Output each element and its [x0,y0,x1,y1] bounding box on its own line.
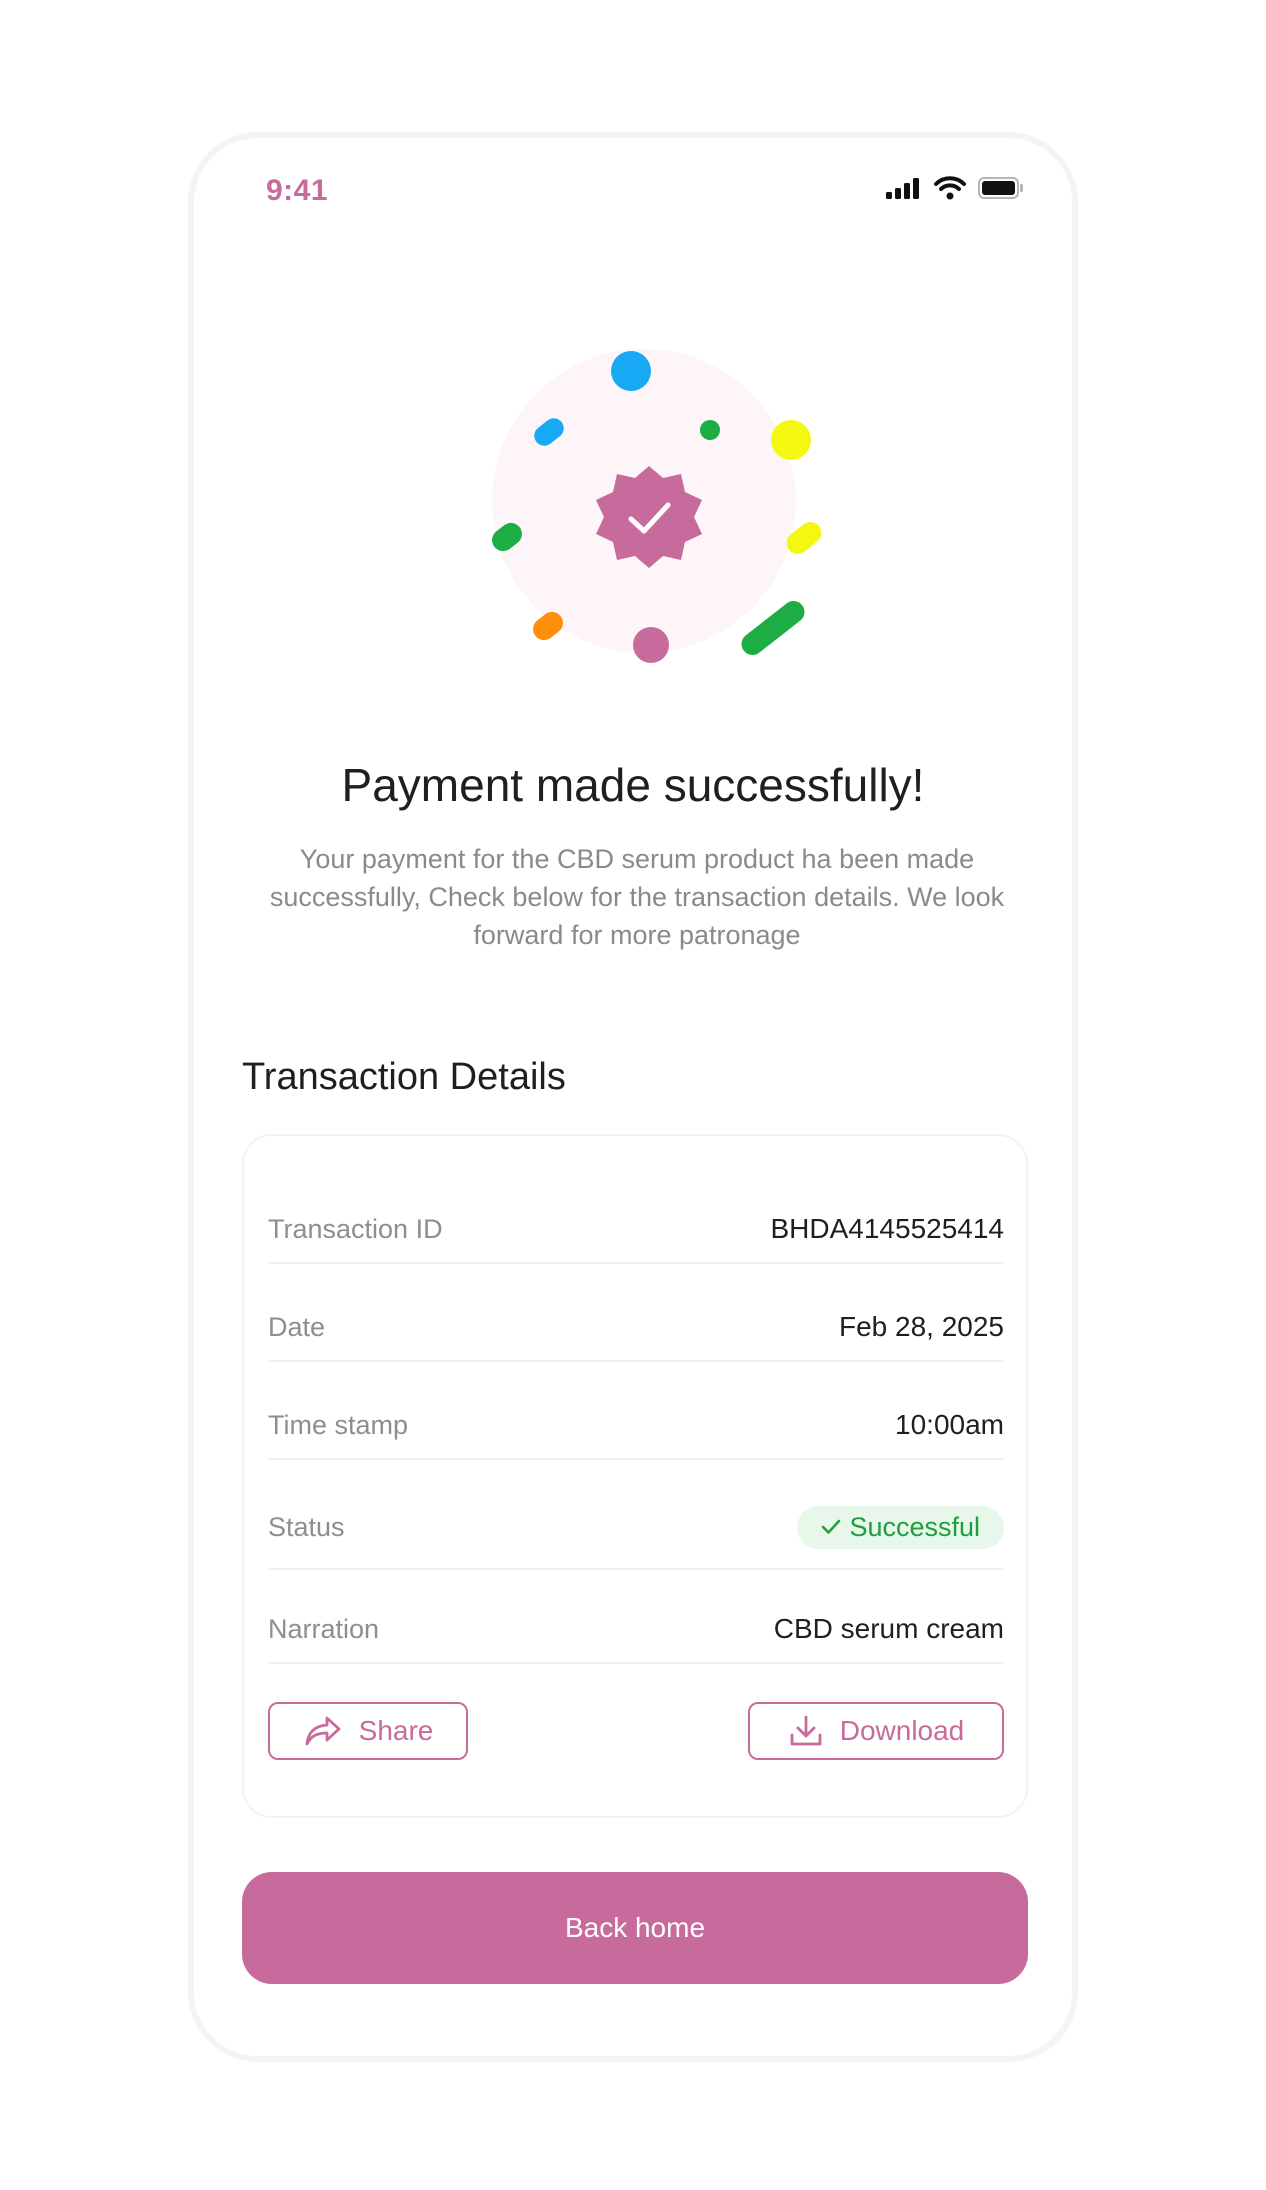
detail-label: Date [268,1311,326,1342]
transaction-details-heading: Transaction Details [242,1056,566,1098]
date-value: Feb 28, 2025 [838,1311,1004,1342]
narration-value: CBD serum cream [773,1613,1004,1644]
detail-row-status: Status Successful [268,1486,1004,1570]
status-value: Successful [849,1511,980,1542]
confetti-dot-yellow [771,420,811,460]
phone-frame: 9:41 Payment made successfully! Your pay… [188,132,1078,2062]
back-home-button[interactable]: Back home [242,1872,1028,1984]
share-button[interactable]: Share [268,1702,468,1760]
success-illustration [492,349,822,663]
share-icon [305,1716,341,1746]
transaction-details-card: Transaction ID BHDA4145525414 Date Feb 2… [242,1134,1028,1818]
confetti-dot-pink [633,627,669,663]
success-title: Payment made successfully! [341,759,925,811]
transaction-id-value: BHDA4145525414 [770,1213,1004,1244]
download-icon [790,1715,822,1746]
download-label: Download [839,1715,965,1746]
check-icon [822,1519,841,1534]
detail-row-date: Date Feb 28, 2025 [268,1294,1004,1362]
share-label: Share [358,1715,434,1746]
download-button[interactable]: Download [748,1702,1004,1760]
detail-label: Time stamp [268,1409,409,1440]
detail-row-narration: Narration CBD serum cream [268,1596,1004,1664]
time-stamp-value: 10:00am [895,1409,1004,1440]
detail-label: Transaction ID [268,1213,443,1244]
success-message: Your payment for the CBD serum product h… [269,844,1005,950]
detail-row-transaction-id: Transaction ID BHDA4145525414 [268,1196,1004,1264]
confetti-dot-blue [611,351,651,391]
status-badge: Successful [797,1505,1004,1549]
confetti-dot-green-small [700,420,720,440]
detail-label: Narration [268,1613,380,1644]
detail-label: Status [268,1511,345,1542]
detail-row-time-stamp: Time stamp 10:00am [268,1392,1004,1460]
